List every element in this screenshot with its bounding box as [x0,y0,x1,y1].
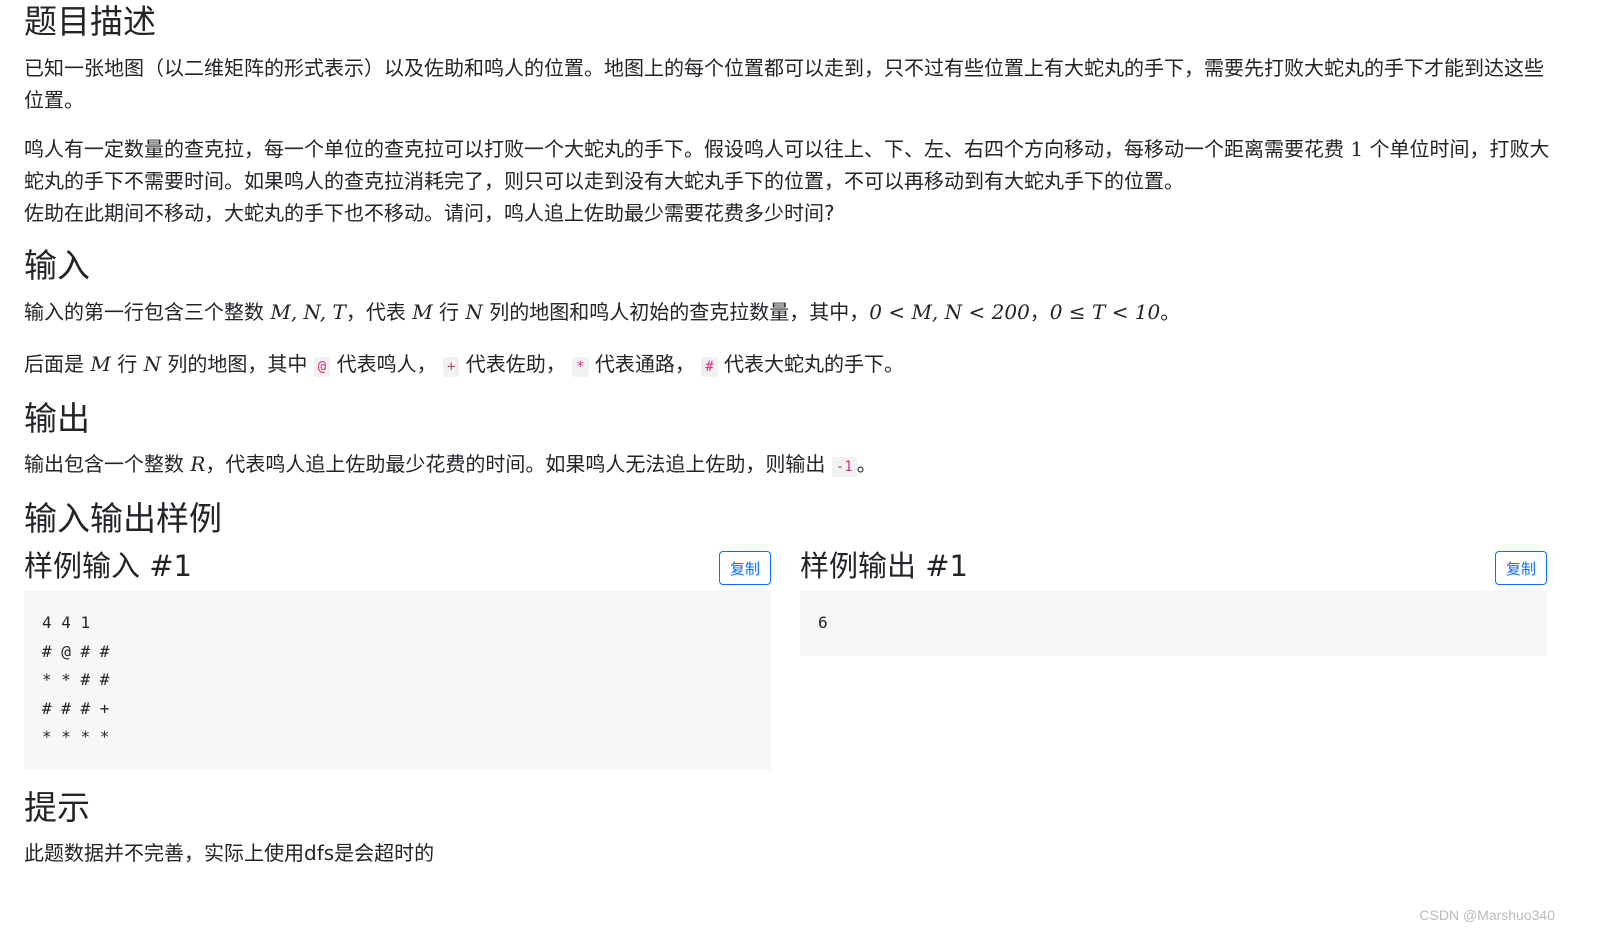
output-text: 。 [856,452,877,476]
math-n: N [143,352,162,376]
sample-input-header: 样例输入 #1 复制 [24,548,771,588]
input-text: 行 [117,352,138,376]
input-line-1: 输入的第一行包含三个整数 M, N, T，代表 M 行 N 列的地图和鸣人初始的… [24,296,1564,328]
samples-block: 样例输入 #1 复制 4 4 1 # @ # # * * # # # # # +… [24,548,1579,770]
output-section-title: 输出 [24,399,90,438]
math-m: M [412,300,433,324]
samples-section-title: 输入输出样例 [24,499,222,538]
input-text: 输入的第一行包含三个整数 [24,300,264,324]
input-text: 列的地图，其中 [167,352,308,376]
input-text: 代表大蛇丸的手下。 [724,352,905,376]
input-text: ， [1029,300,1050,324]
input-line-2: 后面是 M 行 N 列的地图，其中 @ 代表鸣人， + 代表佐助， * 代表通路… [24,348,1564,383]
input-text: 后面是 [24,352,84,376]
output-code: -1 [831,457,857,477]
watermark: CSDN @Marshuo340 [1419,907,1555,923]
hint-text: 此题数据并不完善，实际上使用dfs是会超时的 [24,841,435,865]
symbol-sasuke: + [442,357,460,377]
copy-output-button[interactable]: 复制 [1495,551,1547,585]
sample-output-title: 样例输出 #1 [800,549,968,583]
output-text: 输出包含一个整数 [24,452,184,476]
copy-input-button[interactable]: 复制 [719,551,771,585]
description-text: 已知一张地图（以二维矩阵的形式表示）以及佐助和鸣人的位置。地图上的每个位置都可以… [24,56,1544,112]
symbol-enemy: # [701,357,718,377]
input-text: 代表佐助， [465,352,566,376]
problem-description-p2: 鸣人有一定数量的查克拉，每一个单位的查克拉可以打败一个大蛇丸的手下。假设鸣人可以… [24,133,1554,229]
math-condition: 0 < M, N < 200 [869,300,1030,324]
input-section-title: 输入 [24,246,90,285]
math-vars: M, N, T [270,300,346,324]
problem-title: 题目描述 [24,2,156,41]
input-text: 。 [1160,300,1181,324]
symbol-path: * [572,357,589,377]
sample-output-header: 样例输出 #1 复制 [800,548,1547,588]
math-value: 1 [1350,137,1364,161]
problem-description-p1: 已知一张地图（以二维矩阵的形式表示）以及佐助和鸣人的位置。地图上的每个位置都可以… [24,52,1554,116]
output-text: ，代表鸣人追上佐助最少花费的时间。如果鸣人无法追上佐助，则输出 [205,452,826,476]
sample-input-title: 样例输入 #1 [24,549,192,583]
description-text: 鸣人有一定数量的查克拉，每一个单位的查克拉可以打败一个大蛇丸的手下。假设鸣人可以… [24,137,1344,161]
input-text: 代表鸣人， [336,352,437,376]
math-m: M [90,352,111,376]
math-n: N [465,300,483,324]
input-text: 行 [439,300,460,324]
input-text: ，代表 [345,300,406,324]
input-text: 代表通路， [594,352,695,376]
hint-section-title: 提示 [24,788,90,827]
math-condition: 0 ≤ T < 10 [1049,300,1161,324]
math-r: R [190,452,206,476]
sample-input-code: 4 4 1 # @ # # * * # # # # # + * * * * [24,591,771,770]
symbol-naruto: @ [313,357,331,377]
sample-output-panel: 样例输出 #1 复制 6 [800,548,1547,656]
sample-input-panel: 样例输入 #1 复制 4 4 1 # @ # # * * # # # # # +… [24,548,771,770]
input-text: 列的地图和鸣人初始的查克拉数量，其中， [489,300,870,324]
description-text: 佐助在此期间不移动，大蛇丸的手下也不移动。请问，鸣人追上佐助最少需要花费多少时间… [24,201,835,225]
sample-output-code: 6 [800,591,1547,656]
output-line-1: 输出包含一个整数 R，代表鸣人追上佐助最少花费的时间。如果鸣人无法追上佐助，则输… [24,448,1564,483]
